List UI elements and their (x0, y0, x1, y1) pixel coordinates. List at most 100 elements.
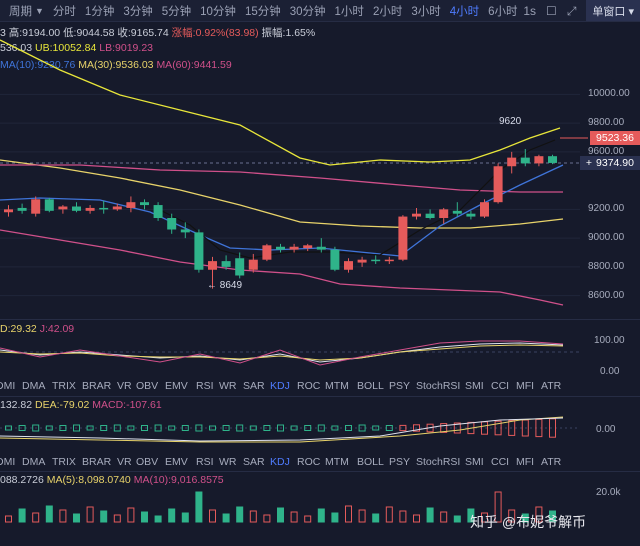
candle-body (507, 157, 517, 167)
volume-bar (345, 505, 352, 523)
ma60-line (0, 164, 563, 193)
indicator-tab-atr[interactable]: ATR (541, 456, 561, 468)
crosshair-price-box: +9374.90 (579, 156, 640, 170)
indicator-tab-mfi[interactable]: MFI (516, 380, 534, 392)
macd-dea-line (0, 416, 564, 443)
candle-body (112, 206, 122, 210)
current-price: 9523.36 (596, 132, 634, 144)
volume-value: 088.2726 (0, 474, 44, 486)
candle-body (72, 206, 81, 211)
volume-bar (45, 505, 53, 523)
volume-bar (249, 510, 257, 523)
volume-bar (127, 507, 135, 523)
kdj-axis-100: 100.00 (594, 335, 625, 346)
separator (0, 471, 640, 472)
candle-body (330, 249, 340, 270)
price-axis-label: 9200.00 (588, 203, 625, 215)
indicator-tab-obv[interactable]: OBV (136, 456, 158, 468)
indicator-tab-rsi[interactable]: RSI (196, 380, 214, 392)
low-annotation: ← 8649 (207, 280, 243, 291)
volume-bar (222, 513, 230, 523)
ma30-line (0, 159, 564, 229)
macd-axis-0: 0.00 (596, 424, 616, 435)
candle-body (44, 199, 54, 211)
indicator-tab-smi[interactable]: SMI (465, 456, 484, 468)
candle-body (262, 245, 272, 260)
candle-body (58, 206, 68, 210)
indicator-tab-boll[interactable]: BOLL (357, 456, 384, 468)
volume-bar (73, 513, 80, 523)
indicator-tab-atr[interactable]: ATR (541, 380, 561, 392)
volume-bar (209, 509, 216, 523)
indicator-tab-emv[interactable]: EMV (165, 456, 188, 468)
volume-bar (426, 507, 434, 523)
current-price-box: 9523.36 (590, 131, 640, 145)
indicator-tab-cci[interactable]: CCI (491, 456, 509, 468)
candle-body (316, 246, 326, 250)
candle-body (384, 259, 394, 262)
indicator-tab-brar[interactable]: BRAR (82, 380, 111, 392)
indicator-tab-trix[interactable]: TRIX (52, 456, 76, 468)
candle-body (126, 202, 136, 208)
indicator-tab-stochrsi[interactable]: StochRSI (416, 380, 460, 392)
indicator-tab-kdj[interactable]: KDJ (270, 380, 290, 392)
volume-info: 088.2726 MA(5):8,098.0740 MA(10):9,016.8… (0, 474, 224, 486)
indicator-tab-mtm[interactable]: MTM (325, 380, 349, 392)
volume-bar (372, 513, 380, 523)
indicator-tab-psy[interactable]: PSY (389, 380, 410, 392)
indicator-tab-vr[interactable]: VR (117, 380, 132, 392)
candle-body (452, 210, 462, 214)
indicator-tab-cci[interactable]: CCI (491, 380, 509, 392)
candle-body (548, 156, 557, 163)
indicator-tab-wr[interactable]: WR (219, 456, 237, 468)
candle-body (466, 213, 476, 217)
candle-body (208, 261, 217, 270)
volume-bar (113, 514, 121, 523)
candle-body (180, 229, 190, 233)
volume-bar (304, 515, 312, 523)
macd-dif-line (0, 417, 564, 442)
indicator-tab-sar[interactable]: SAR (243, 380, 265, 392)
indicator-tab-rsi[interactable]: RSI (196, 456, 214, 468)
volume-bar (100, 510, 108, 523)
indicator-tab-psy[interactable]: PSY (389, 456, 410, 468)
candle-body (85, 207, 95, 211)
high-annotation: 9620 (499, 116, 522, 127)
kdj-d: D:29.32 (0, 323, 37, 335)
indicator-tab-dma[interactable]: DMA (22, 380, 45, 392)
volume-bar (277, 507, 284, 523)
candle-body (4, 209, 13, 213)
indicator-tab-sar[interactable]: SAR (243, 456, 265, 468)
indicator-tab-mfi[interactable]: MFI (516, 456, 534, 468)
volume-bar (195, 491, 203, 523)
indicator-tab-vr[interactable]: VR (117, 456, 132, 468)
indicator-tab-roc[interactable]: ROC (297, 456, 320, 468)
candle-body (194, 232, 204, 270)
indicator-tab-kdj[interactable]: KDJ (270, 456, 290, 468)
indicator-tab-dmi[interactable]: DMI (0, 456, 15, 468)
volume-bar (385, 506, 393, 523)
volume-ma5: MA(5):8,098.0740 (46, 474, 131, 486)
plus-icon[interactable]: + (586, 157, 592, 169)
ma10-line (0, 164, 564, 257)
indicator-tab-wr[interactable]: WR (219, 380, 237, 392)
candle-body (398, 216, 408, 260)
kdj-axis-0: 0.00 (600, 366, 620, 377)
indicator-tab-dma[interactable]: DMA (22, 456, 45, 468)
candle-body (31, 199, 41, 214)
volume-bar (290, 511, 298, 523)
indicator-tab-smi[interactable]: SMI (465, 380, 484, 392)
indicator-tab-dmi[interactable]: DMI (0, 380, 15, 392)
indicator-tab-boll[interactable]: BOLL (357, 380, 384, 392)
indicator-tab-stochrsi[interactable]: StochRSI (416, 456, 460, 468)
indicator-tab-emv[interactable]: EMV (165, 380, 188, 392)
indicator-tab-trix[interactable]: TRIX (52, 380, 76, 392)
indicator-tab-obv[interactable]: OBV (136, 380, 158, 392)
candle-body (480, 202, 489, 217)
indicator-tab-roc[interactable]: ROC (297, 380, 320, 392)
macd-value: MACD:-107.61 (92, 399, 162, 411)
indicator-tab-mtm[interactable]: MTM (325, 456, 349, 468)
volume-bar (358, 509, 366, 523)
indicator-tab-brar[interactable]: BRAR (82, 456, 111, 468)
volume-bar (32, 512, 40, 523)
